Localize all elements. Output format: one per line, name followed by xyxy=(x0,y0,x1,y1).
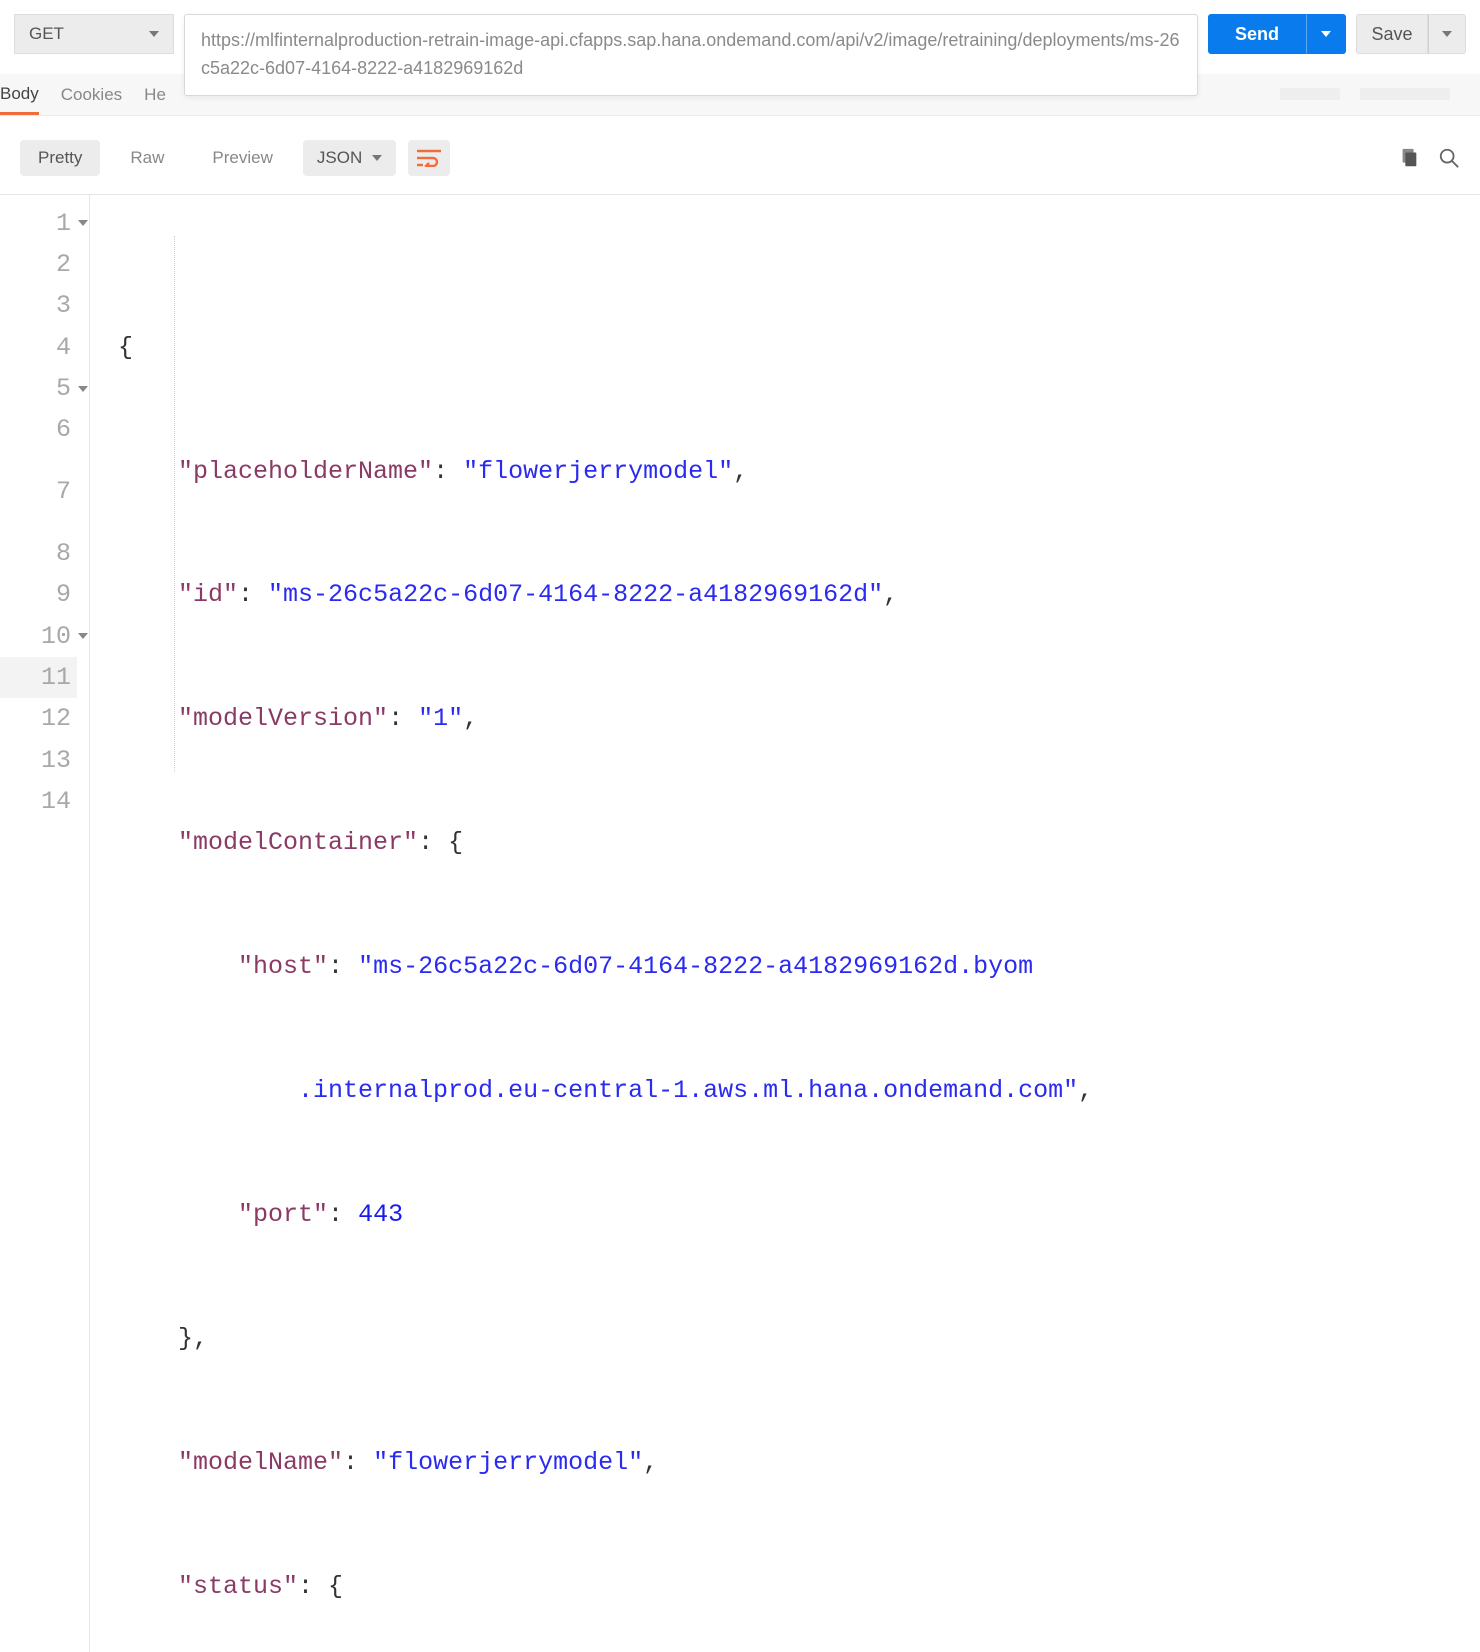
gutter-line: 2 xyxy=(0,244,77,285)
gutter-line: 12 xyxy=(0,698,77,739)
code-line: { xyxy=(104,327,1480,368)
code-content[interactable]: { "placeholderName": "flowerjerrymodel",… xyxy=(90,195,1480,1652)
search-icon[interactable] xyxy=(1438,147,1460,169)
chevron-down-icon xyxy=(372,155,382,161)
tab-cookies[interactable]: Cookies xyxy=(61,75,122,113)
save-button-group: Save xyxy=(1356,14,1466,54)
chevron-down-icon xyxy=(1321,31,1331,37)
wrap-lines-button[interactable] xyxy=(408,140,450,176)
http-method-select[interactable]: GET xyxy=(14,14,174,54)
url-input[interactable]: https://mlfinternalproduction-retrain-im… xyxy=(184,14,1198,96)
view-preview[interactable]: Preview xyxy=(194,140,290,176)
response-actions xyxy=(1398,147,1460,169)
gutter-line: 3 xyxy=(0,285,77,326)
fold-icon[interactable] xyxy=(78,220,88,226)
code-line: "status": { xyxy=(104,1566,1480,1607)
send-options-button[interactable] xyxy=(1306,14,1346,54)
chevron-down-icon xyxy=(1442,31,1452,37)
format-select[interactable]: JSON xyxy=(303,140,396,176)
tab-headers[interactable]: He xyxy=(144,75,166,113)
fold-icon[interactable] xyxy=(78,386,88,392)
gutter-line: 6 xyxy=(0,409,77,450)
gutter-line: 4 xyxy=(0,327,77,368)
gutter-line: 5 xyxy=(0,368,77,409)
response-body: 1 2 3 4 5 6 7 8 9 10 11 12 13 14 { "plac… xyxy=(0,194,1480,1652)
format-toolbar: Pretty Raw Preview JSON xyxy=(0,116,1480,194)
gutter-line: 1 xyxy=(0,203,77,244)
send-button[interactable]: Send xyxy=(1208,14,1306,54)
gutter-line: 8 xyxy=(0,533,77,574)
gutter-line: 11 xyxy=(0,657,77,698)
chevron-down-icon xyxy=(149,31,159,37)
save-options-button[interactable] xyxy=(1428,14,1466,54)
code-line: "port": 443 xyxy=(104,1194,1480,1235)
code-line: "modelContainer": { xyxy=(104,822,1480,863)
code-line: "host": "ms-26c5a22c-6d07-4164-8222-a418… xyxy=(104,946,1480,987)
fold-icon[interactable] xyxy=(78,633,88,639)
view-pretty[interactable]: Pretty xyxy=(20,140,100,176)
gutter-line: 10 xyxy=(0,616,77,657)
indent-guide xyxy=(174,236,175,772)
gutter-line: 9 xyxy=(0,574,77,615)
right-faded-buttons xyxy=(1280,88,1480,100)
code-line: "modelVersion": "1", xyxy=(104,698,1480,739)
code-line: "id": "ms-26c5a22c-6d07-4164-8222-a41829… xyxy=(104,574,1480,615)
code-line: .internalprod.eu-central-1.aws.ml.hana.o… xyxy=(104,1070,1480,1111)
code-line: }, xyxy=(104,1318,1480,1359)
line-gutter: 1 2 3 4 5 6 7 8 9 10 11 12 13 14 xyxy=(0,195,90,1652)
send-button-group: Send xyxy=(1208,14,1346,54)
copy-icon[interactable] xyxy=(1398,147,1420,169)
code-line: "modelName": "flowerjerrymodel", xyxy=(104,1442,1480,1483)
gutter-line: 14 xyxy=(0,781,77,822)
save-button[interactable]: Save xyxy=(1356,14,1428,54)
view-raw[interactable]: Raw xyxy=(112,140,182,176)
gutter-line: 13 xyxy=(0,740,77,781)
http-method-value: GET xyxy=(29,24,64,44)
wrap-icon xyxy=(417,149,441,167)
format-select-value: JSON xyxy=(317,148,362,168)
tab-body[interactable]: Body xyxy=(0,74,39,115)
gutter-line: 7 xyxy=(0,451,77,534)
code-line: "placeholderName": "flowerjerrymodel", xyxy=(104,451,1480,492)
